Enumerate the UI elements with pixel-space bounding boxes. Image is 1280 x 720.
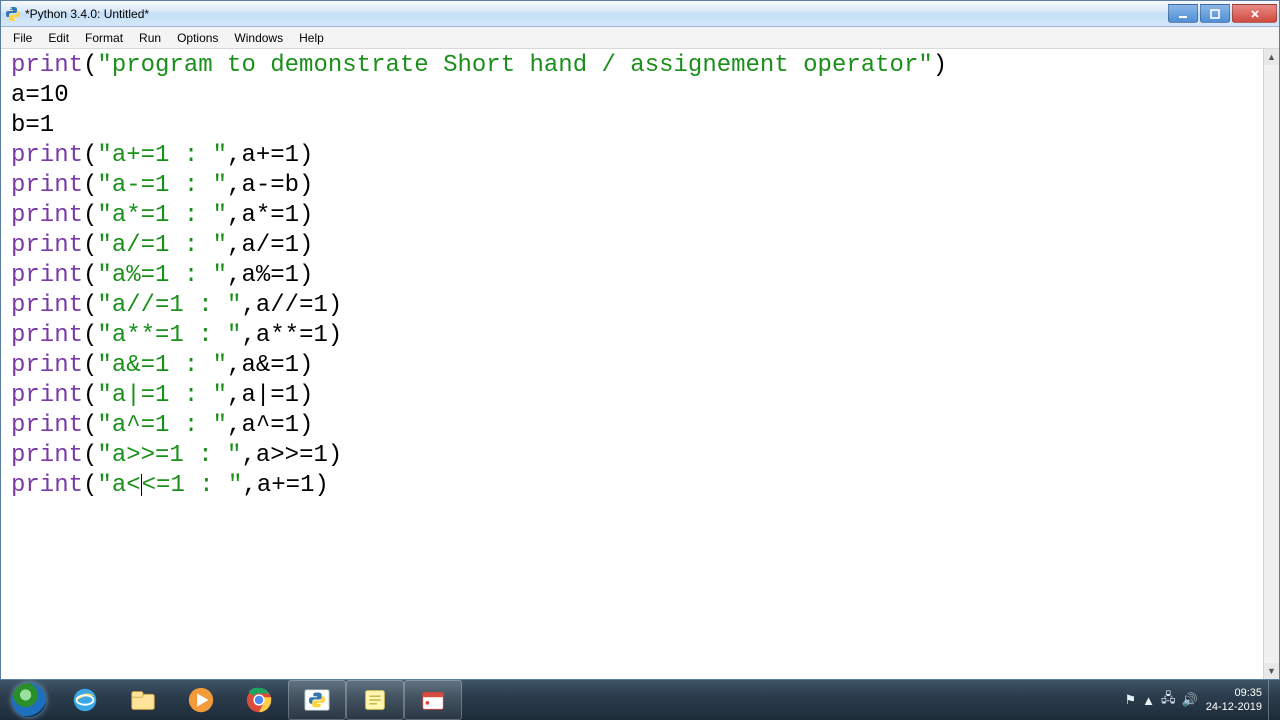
tray-up-icon[interactable]: ▲ [1142,693,1155,708]
menu-run[interactable]: Run [131,29,169,47]
tray-time: 09:35 [1206,686,1262,700]
taskbar-chrome[interactable] [230,680,288,720]
taskbar-wmp[interactable] [172,680,230,720]
taskbar-app[interactable] [404,680,462,720]
tray-icons[interactable]: ⚑ ▲ 🖧 🔊 [1125,689,1198,711]
editor-area[interactable]: print("program to demonstrate Short hand… [1,49,1279,679]
show-desktop-button[interactable] [1268,680,1278,720]
window-title: *Python 3.4.0: Untitled* [25,7,149,21]
vertical-scrollbar[interactable]: ▲ ▼ [1263,49,1279,679]
minimize-button[interactable] [1168,4,1198,23]
menubar: File Edit Format Run Options Windows Hel… [1,27,1279,49]
menu-help[interactable]: Help [291,29,332,47]
titlebar[interactable]: *Python 3.4.0: Untitled* [1,1,1279,27]
idle-window: *Python 3.4.0: Untitled* File Edit Forma… [0,0,1280,680]
taskbar-python[interactable] [288,680,346,720]
menu-edit[interactable]: Edit [40,29,77,47]
tray-volume-icon[interactable]: 🔊 [1182,692,1198,708]
menu-format[interactable]: Format [77,29,131,47]
tray-network-icon[interactable]: 🖧 [1161,689,1176,711]
menu-options[interactable]: Options [169,29,226,47]
taskbar-ie[interactable] [56,680,114,720]
tray-clock[interactable]: 09:35 24-12-2019 [1206,686,1262,714]
code-content[interactable]: print("program to demonstrate Short hand… [1,49,1279,503]
taskbar-notes[interactable] [346,680,404,720]
close-button[interactable] [1232,4,1277,23]
menu-windows[interactable]: Windows [226,29,291,47]
python-icon [5,6,21,22]
tray-date: 24-12-2019 [1206,700,1262,714]
maximize-button[interactable] [1200,4,1230,23]
tray-flag-icon[interactable]: ⚑ [1125,692,1137,708]
start-button[interactable] [2,680,56,720]
menu-file[interactable]: File [5,29,40,47]
windows-orb-icon [12,683,46,717]
scroll-up-icon[interactable]: ▲ [1264,49,1279,65]
taskbar[interactable]: ⚑ ▲ 🖧 🔊 09:35 24-12-2019 [0,680,1280,720]
system-tray[interactable]: ⚑ ▲ 🖧 🔊 09:35 24-12-2019 [1125,680,1280,720]
taskbar-explorer[interactable] [114,680,172,720]
scroll-down-icon[interactable]: ▼ [1264,663,1279,679]
